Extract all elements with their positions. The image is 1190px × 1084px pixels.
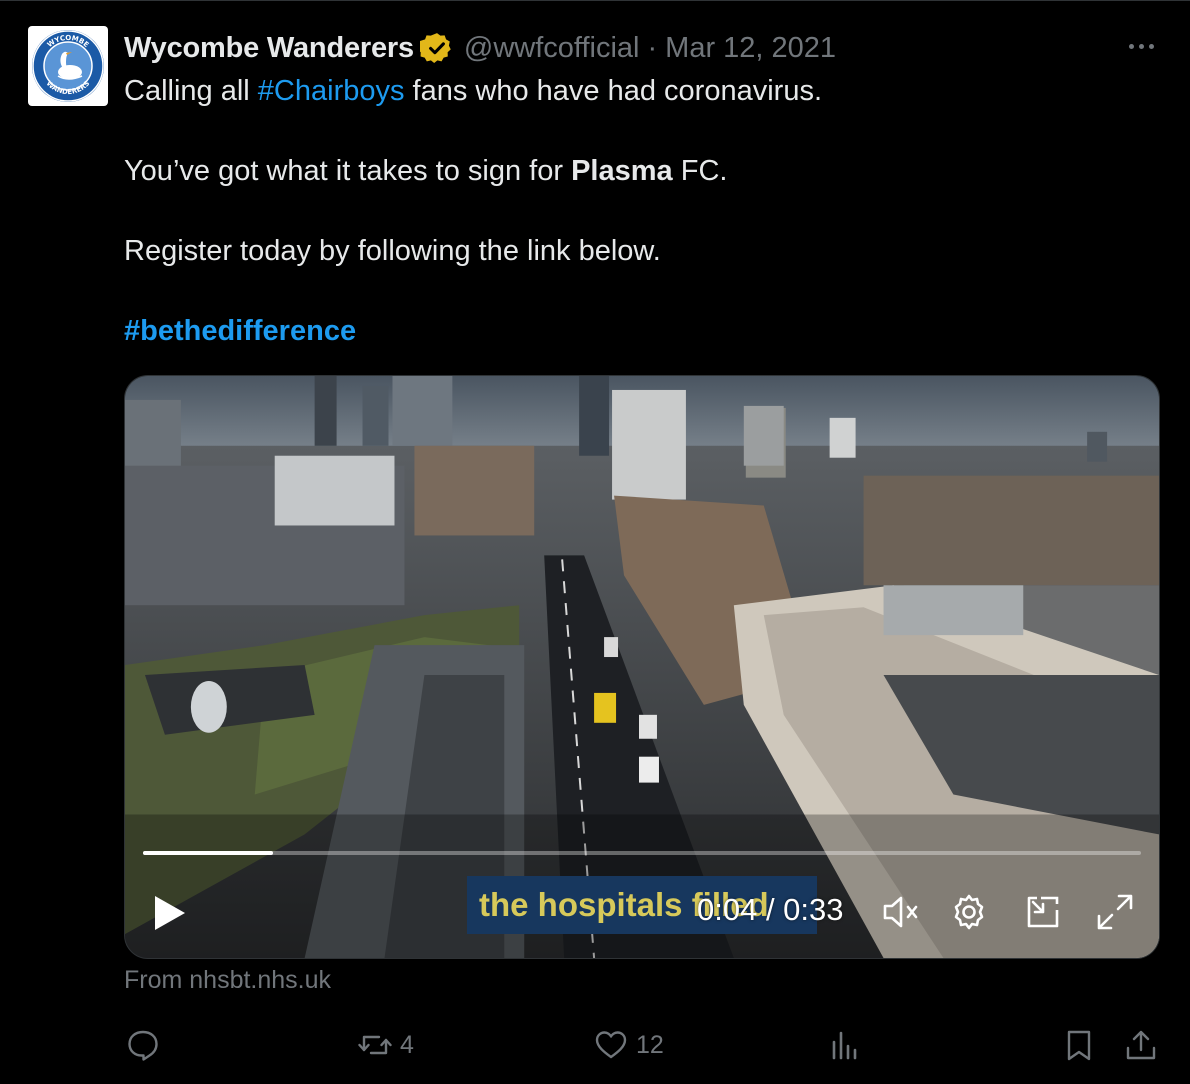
divider bbox=[0, 0, 1190, 1]
link-source[interactable]: From nhsbt.nhs.uk bbox=[124, 966, 331, 995]
display-name[interactable]: Wycombe Wanderers bbox=[124, 32, 414, 65]
bookmark-button[interactable] bbox=[1062, 1028, 1096, 1062]
wycombe-crest-logo: WYCOMBE WANDERERS bbox=[32, 30, 104, 102]
reply-icon bbox=[128, 1030, 158, 1061]
video-time: 0:04 / 0:33 bbox=[697, 892, 844, 927]
hashtag-chairboys-link[interactable]: #Chairboys bbox=[258, 75, 405, 107]
timestamp[interactable]: Mar 12, 2021 bbox=[665, 32, 836, 65]
avatar[interactable]: WYCOMBE WANDERERS bbox=[28, 26, 108, 106]
video-frame-city-aerial bbox=[125, 376, 1159, 958]
reply-button[interactable] bbox=[126, 1028, 160, 1062]
tweet-actions-bar: 4 12 bbox=[0, 1020, 1190, 1070]
mute-icon[interactable] bbox=[879, 890, 923, 934]
retweet-button[interactable]: 4 bbox=[358, 1028, 414, 1062]
tweet-line-3: Register today by following the link bel… bbox=[124, 235, 661, 267]
heart-icon bbox=[595, 1031, 627, 1059]
hashtag-bethedifference-link[interactable]: #bethedifference bbox=[124, 315, 356, 347]
video-progress-fill bbox=[143, 851, 273, 855]
settings-gear-icon[interactable] bbox=[947, 890, 991, 934]
fullscreen-icon[interactable] bbox=[1093, 890, 1137, 934]
share-button[interactable] bbox=[1124, 1028, 1158, 1062]
bookmark-icon bbox=[1067, 1030, 1091, 1061]
tweet-header: Wycombe Wanderers @wwfcofficial · Mar 12… bbox=[124, 28, 836, 68]
retweet-icon bbox=[358, 1035, 392, 1055]
views-button[interactable] bbox=[828, 1028, 862, 1062]
video-progress-bar[interactable] bbox=[143, 851, 1141, 855]
play-icon[interactable] bbox=[153, 894, 187, 932]
tweet-line-1: Calling all #Chairboys fans who have had… bbox=[124, 71, 1144, 111]
text-segment: fans who have had coronavirus. bbox=[404, 75, 823, 107]
retweet-count: 4 bbox=[400, 1030, 414, 1059]
handle[interactable]: @wwfcofficial bbox=[464, 32, 640, 65]
bold-text: Plasma bbox=[571, 155, 673, 187]
like-button[interactable]: 12 bbox=[594, 1028, 664, 1062]
verified-badge-icon[interactable] bbox=[419, 31, 454, 65]
picture-in-picture-icon[interactable] bbox=[1021, 890, 1065, 934]
video-player[interactable]: the hospitals filled 0:04 / 0:33 bbox=[124, 375, 1160, 959]
share-icon bbox=[1126, 1030, 1156, 1060]
tweet-page: WYCOMBE WANDERERS Wycombe Wanderers @wwf… bbox=[0, 0, 1190, 1084]
more-options-icon[interactable] bbox=[1124, 36, 1158, 56]
text-segment: Calling all bbox=[124, 75, 258, 107]
tweet-line-2: You’ve got what it takes to sign for Pla… bbox=[124, 151, 1144, 191]
analytics-bar-icon bbox=[832, 1031, 857, 1060]
text-segment: FC. bbox=[672, 155, 728, 187]
tweet-text: Calling all #Chairboys fans who have had… bbox=[124, 71, 1144, 351]
text-segment: You’ve got what it takes to sign for bbox=[124, 155, 572, 187]
like-count: 12 bbox=[636, 1030, 664, 1059]
separator-dot: · bbox=[647, 31, 658, 64]
